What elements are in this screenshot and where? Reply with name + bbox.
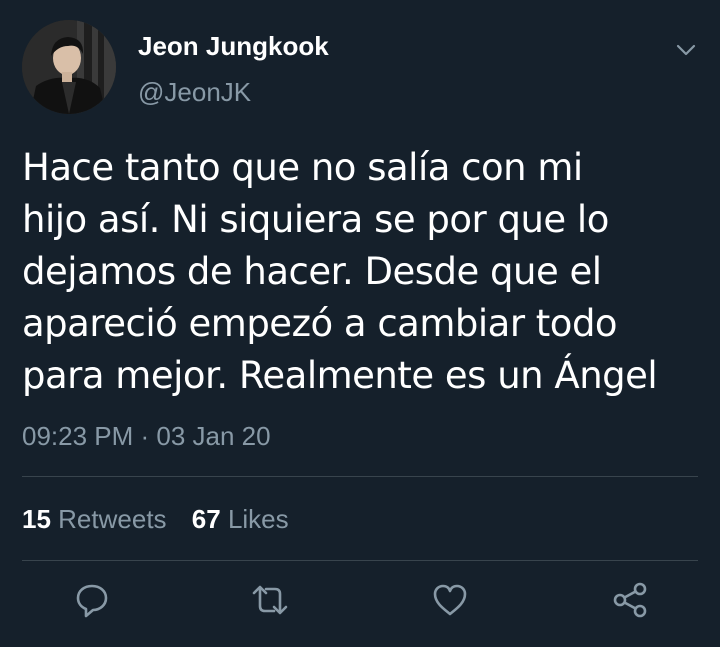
avatar[interactable] (22, 20, 116, 114)
likes-label: Likes (227, 504, 289, 534)
tweet-timestamp[interactable]: 09:23 PM · 03 Jan 20 (22, 420, 271, 452)
share-icon[interactable] (610, 580, 650, 620)
reply-icon[interactable] (72, 580, 112, 620)
divider (22, 476, 698, 477)
likes-count: 67 (191, 504, 221, 534)
divider (22, 560, 698, 561)
tweet-stats: 15 Retweets 67 Likes (22, 502, 307, 536)
user-names: Jeon Jungkook @JeonJK (138, 30, 329, 108)
retweets-stat[interactable]: 15 Retweets (22, 504, 167, 534)
retweets-count: 15 (22, 504, 51, 534)
tweet-card: Jeon Jungkook @JeonJK Hace tanto que no … (0, 0, 720, 647)
tweet-actions (0, 580, 720, 624)
avatar-photo (22, 20, 116, 114)
retweets-label: Retweets (58, 504, 167, 534)
display-name[interactable]: Jeon Jungkook (138, 30, 329, 62)
user-handle[interactable]: @JeonJK (138, 76, 329, 108)
tweet-header: Jeon Jungkook @JeonJK (22, 20, 698, 116)
tweet-text: Hace tanto que no salía con mi hijo así.… (22, 146, 658, 397)
likes-stat[interactable]: 67 Likes (192, 504, 289, 534)
chevron-down-icon[interactable] (674, 38, 698, 62)
like-icon[interactable] (430, 580, 470, 620)
retweet-icon[interactable] (250, 580, 290, 620)
